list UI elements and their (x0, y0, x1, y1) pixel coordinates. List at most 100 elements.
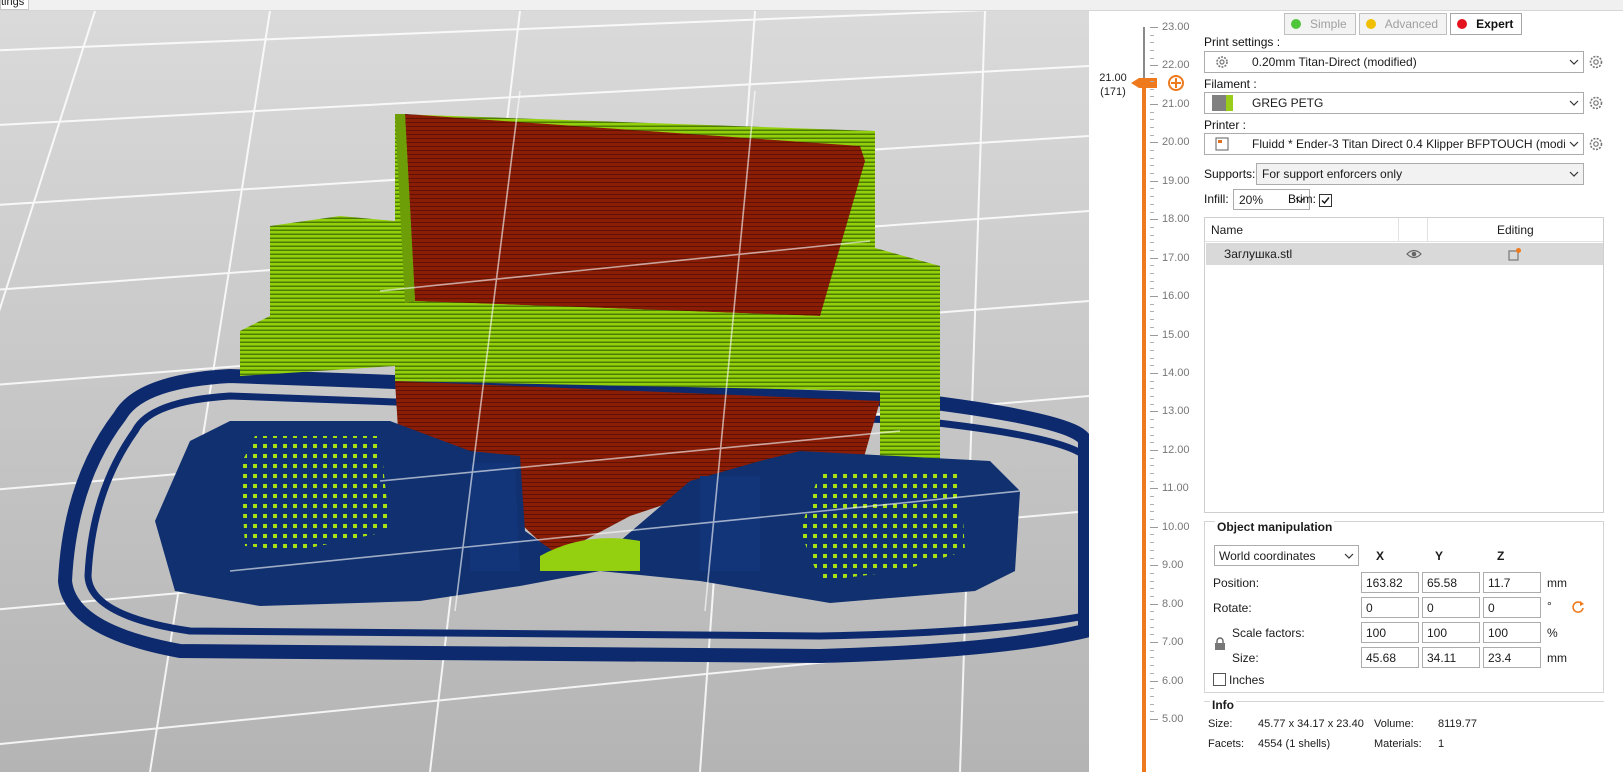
rotate-z-input[interactable]: 0 (1483, 597, 1541, 618)
height-tick (1150, 565, 1158, 567)
current-height: 21.00 (1099, 72, 1127, 84)
info-volume-label: Volume: (1374, 718, 1414, 730)
scale-z-input[interactable]: 100 (1483, 622, 1541, 643)
height-minor-tick (1150, 649, 1154, 651)
height-minor-tick (1150, 165, 1154, 167)
mode-simple-label: Simple (1310, 17, 1347, 31)
mode-expert-label: Expert (1476, 17, 1514, 31)
height-minor-tick (1150, 88, 1154, 90)
height-tick-label: 15.00 (1162, 328, 1190, 341)
height-minor-tick (1150, 211, 1154, 213)
preview-viewport[interactable] (0, 11, 1089, 772)
chevron-down-icon (1565, 171, 1583, 177)
printer-gear-icon[interactable] (1589, 137, 1603, 151)
height-minor-tick (1150, 234, 1154, 236)
mode-advanced-button[interactable]: Advanced (1358, 13, 1448, 35)
mode-expert-button[interactable]: Expert (1450, 13, 1523, 35)
rotate-y-input[interactable]: 0 (1422, 597, 1480, 618)
height-minor-tick (1150, 349, 1154, 351)
size-y-input[interactable]: 34.11 (1422, 647, 1480, 668)
sidebar: Simple Advanced Expert Print settings : … (1200, 11, 1623, 772)
height-tick (1150, 411, 1158, 413)
height-minor-tick (1150, 203, 1154, 205)
size-z-input[interactable]: 23.4 (1483, 647, 1541, 668)
filament-swatch-icon (1211, 94, 1233, 112)
height-minor-tick (1150, 434, 1154, 436)
position-y-input[interactable]: 65.58 (1422, 572, 1480, 593)
height-minor-tick (1150, 365, 1154, 367)
scale-y-input[interactable]: 100 (1422, 622, 1480, 643)
height-minor-tick (1150, 403, 1154, 405)
height-tick-label: 10.00 (1162, 520, 1190, 533)
lock-icon[interactable] (1214, 637, 1226, 651)
height-minor-tick (1150, 695, 1154, 697)
size-x-input[interactable]: 45.68 (1361, 647, 1419, 668)
chevron-down-icon (1565, 93, 1583, 113)
coordinate-system-select[interactable]: World coordinates (1214, 545, 1359, 566)
position-label: Position: (1213, 576, 1260, 590)
height-minor-tick (1150, 273, 1154, 275)
scale-x-input[interactable]: 100 (1361, 622, 1419, 643)
advanced-dot-icon (1365, 19, 1376, 29)
height-tick-label: 14.00 (1162, 367, 1190, 379)
size-label: Size: (1232, 651, 1259, 665)
supports-select[interactable]: For support enforcers only (1256, 163, 1584, 185)
print-settings-select[interactable]: 0.20mm Titan-Direct (modified) (1204, 51, 1584, 73)
height-minor-tick (1150, 595, 1154, 597)
height-minor-tick (1150, 126, 1154, 128)
height-tick (1150, 603, 1158, 605)
height-minor-tick (1150, 572, 1154, 574)
info-title: Info (1210, 698, 1236, 712)
col-editing[interactable]: Editing (1497, 223, 1534, 237)
coordinate-system-value: World coordinates (1219, 548, 1316, 563)
print-settings-gear-icon[interactable] (1589, 55, 1603, 69)
info-size-value: 45.77 x 34.17 x 23.40 (1258, 718, 1364, 730)
height-tick-label: 23.00 (1162, 21, 1190, 33)
height-minor-tick (1150, 419, 1154, 421)
print-settings-label: Print settings : (1204, 35, 1281, 49)
position-z-input[interactable]: 11.7 (1483, 572, 1541, 593)
reset-rotation-icon[interactable] (1571, 600, 1585, 614)
rotate-x-input[interactable]: 0 (1361, 597, 1419, 618)
current-layer-number: (171) (1100, 86, 1126, 98)
height-minor-tick (1150, 173, 1154, 175)
filament-select[interactable]: GREG PETG (1204, 92, 1584, 114)
height-minor-tick (1150, 42, 1154, 44)
object-list[interactable]: Name Editing Заглушка.stl (1204, 217, 1604, 513)
printer-label: Printer : (1204, 118, 1247, 132)
mode-simple-button[interactable]: Simple (1284, 13, 1356, 35)
height-minor-tick (1150, 311, 1154, 313)
inches-label: Inches (1229, 673, 1265, 687)
edit-object-icon[interactable] (1508, 247, 1522, 261)
print-settings-value: 0.20mm Titan-Direct (modified) (1252, 55, 1417, 69)
top-tab-strip: tings (0, 0, 1623, 11)
col-name[interactable]: Name (1211, 223, 1243, 237)
object-row[interactable]: Заглушка.stl (1206, 243, 1603, 265)
inches-checkbox[interactable] (1213, 673, 1226, 686)
position-unit: mm (1547, 576, 1567, 590)
height-tick (1150, 526, 1158, 528)
height-minor-tick (1150, 711, 1154, 713)
chevron-down-icon (1340, 553, 1358, 559)
height-tick (1150, 27, 1158, 28)
printer-select[interactable]: Fluidd * Ender-3 Titan Direct 0.4 Klippe… (1204, 133, 1584, 155)
height-minor-tick (1150, 672, 1154, 674)
height-minor-tick (1150, 73, 1154, 75)
position-x-input[interactable]: 163.82 (1361, 572, 1419, 593)
settings-tab[interactable]: tings (0, 0, 30, 10)
height-minor-tick (1150, 80, 1154, 82)
filament-label: Filament : (1204, 77, 1257, 91)
filament-gear-icon[interactable] (1589, 96, 1603, 110)
add-color-change-icon[interactable] (1168, 75, 1184, 91)
object-manipulation-title: Object manipulation (1215, 520, 1335, 534)
eye-icon[interactable] (1406, 248, 1422, 260)
height-tick-label: 20.00 (1162, 136, 1190, 149)
height-minor-tick (1150, 503, 1154, 505)
height-minor-tick (1150, 34, 1154, 36)
layer-slider[interactable]: 21.00 (171) 23.00 22.00 21.00 20.00 19.00 18.… (1089, 11, 1200, 772)
brim-checkbox[interactable] (1319, 194, 1332, 207)
slider-range (1142, 83, 1146, 772)
height-tick-label: 18.00 (1162, 213, 1190, 226)
height-minor-tick (1150, 472, 1154, 474)
mode-switcher: Simple Advanced Expert (1284, 13, 1523, 35)
